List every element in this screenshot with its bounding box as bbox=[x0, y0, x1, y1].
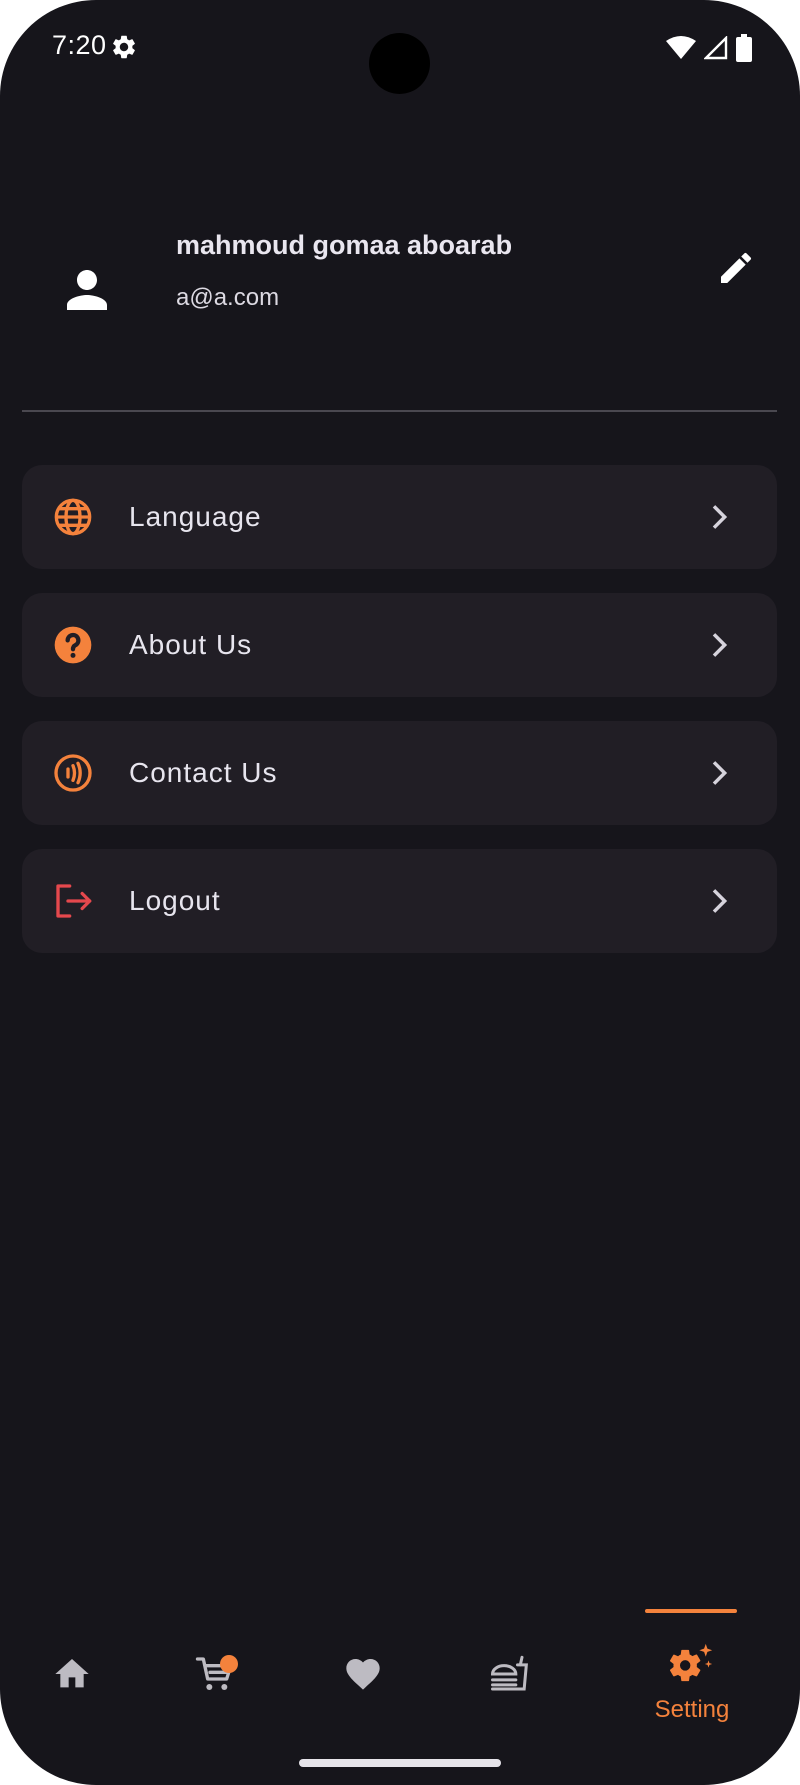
chevron-right-icon bbox=[712, 889, 728, 913]
profile-divider bbox=[22, 410, 777, 412]
globe-icon bbox=[54, 498, 92, 536]
status-icons bbox=[666, 34, 752, 62]
person-icon bbox=[67, 270, 107, 310]
menu-item-label: Contact Us bbox=[129, 757, 278, 788]
camera-cutout bbox=[369, 33, 430, 94]
chevron-right-icon bbox=[712, 633, 728, 657]
edit-profile-button[interactable] bbox=[712, 244, 760, 292]
menu-item-label: Language bbox=[129, 501, 262, 532]
nav-item-cart[interactable] bbox=[155, 1600, 275, 1710]
signal-icon bbox=[704, 36, 728, 60]
phone-screen: 7:20 mahmoud gomaa aboarab a@a.com Langu… bbox=[0, 0, 800, 1785]
nav-active-indicator bbox=[645, 1609, 737, 1613]
home-indicator[interactable] bbox=[299, 1759, 501, 1767]
menu-item-label: Logout bbox=[129, 885, 221, 916]
profile-header: mahmoud gomaa aboarab a@a.com bbox=[0, 200, 800, 360]
menu-item-label: About Us bbox=[129, 629, 253, 660]
menu-item-contact-us[interactable]: Contact Us bbox=[22, 721, 777, 825]
nav-item-favorites[interactable] bbox=[303, 1600, 423, 1710]
home-icon bbox=[55, 1659, 89, 1688]
logout-icon bbox=[56, 884, 92, 918]
settings-sparkle-icon bbox=[670, 1643, 713, 1682]
heart-icon bbox=[346, 1659, 380, 1690]
menu-item-language[interactable]: Language bbox=[22, 465, 777, 569]
settings-icon bbox=[113, 35, 135, 59]
food-icon bbox=[490, 1655, 528, 1691]
nav-item-food[interactable] bbox=[450, 1600, 570, 1710]
wifi-icon bbox=[666, 36, 696, 59]
chevron-right-icon bbox=[712, 505, 728, 529]
menu-item-logout[interactable]: Logout bbox=[22, 849, 777, 953]
help-icon bbox=[54, 626, 92, 664]
battery-icon bbox=[736, 34, 752, 62]
profile-email: a@a.com bbox=[176, 284, 280, 311]
status-bar: 7:20 bbox=[0, 0, 800, 96]
bottom-navigation: Setting bbox=[0, 1600, 800, 1723]
pencil-icon bbox=[721, 252, 752, 283]
contactless-icon bbox=[54, 754, 92, 792]
chevron-right-icon bbox=[712, 761, 728, 785]
menu-item-about-us[interactable]: About Us bbox=[22, 593, 777, 697]
status-time: 7:20 bbox=[52, 30, 107, 60]
nav-item-home[interactable] bbox=[12, 1600, 132, 1710]
profile-name: mahmoud gomaa aboarab bbox=[176, 230, 513, 260]
cart-badge bbox=[220, 1655, 238, 1673]
nav-item-setting-label: Setting bbox=[654, 1696, 730, 1723]
